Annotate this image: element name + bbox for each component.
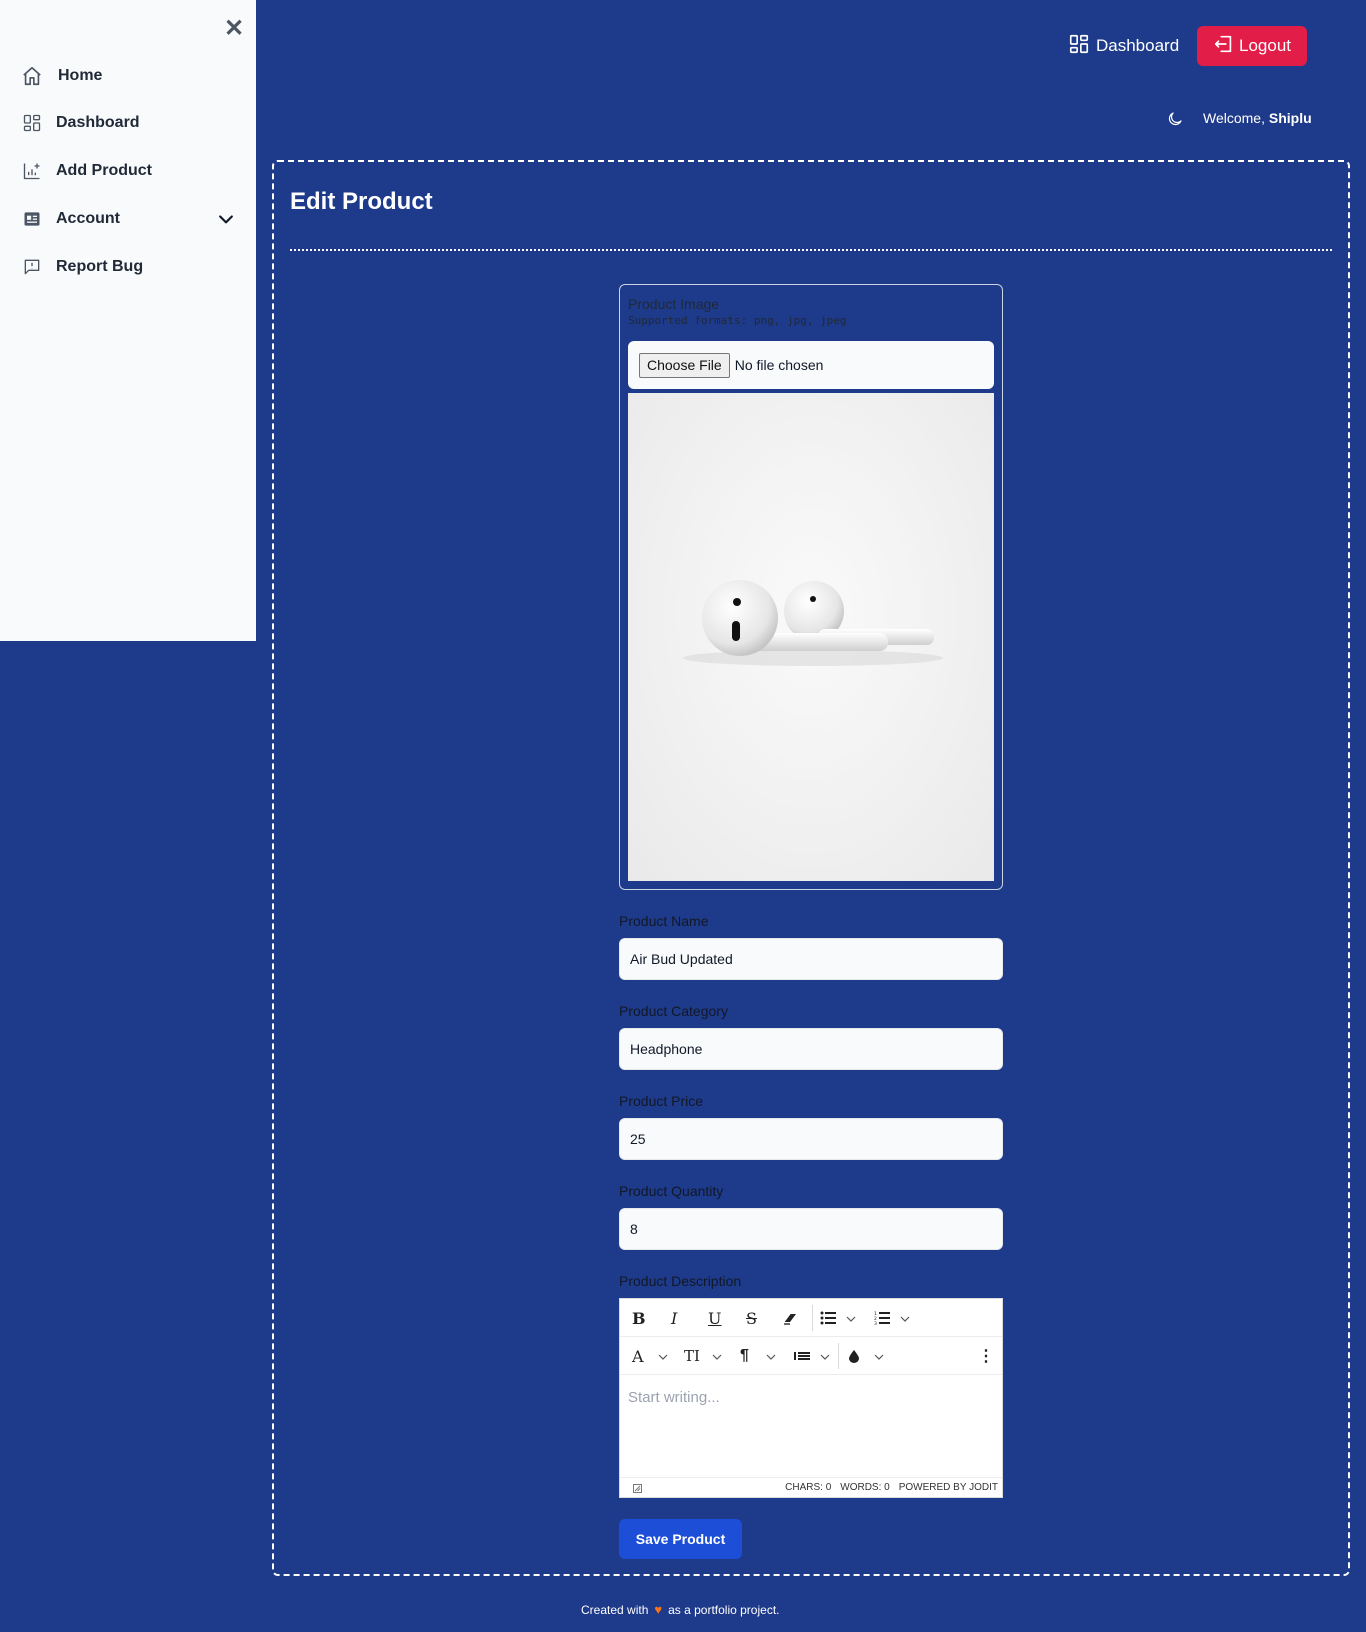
supported-formats-text: Supported formats: png, jpg, jpeg: [628, 314, 847, 327]
resize-handle-icon[interactable]: [633, 1484, 642, 1493]
sidebar-item-add-product[interactable]: Add Product: [20, 156, 240, 186]
grid-icon: [1068, 33, 1096, 60]
logout-button[interactable]: Logout: [1197, 26, 1307, 66]
file-status: No file chosen: [734, 357, 824, 373]
paragraph-icon[interactable]: ¶: [740, 1341, 749, 1371]
chevron-down-icon[interactable]: [766, 1349, 776, 1360]
chevron-down-icon[interactable]: [900, 1311, 910, 1322]
editor-placeholder[interactable]: Start writing...: [628, 1389, 720, 1406]
powered-by[interactable]: POWERED BY JODIT: [899, 1482, 998, 1493]
sidebar-item-home[interactable]: Home: [20, 61, 240, 91]
welcome-prefix: Welcome,: [1203, 110, 1265, 126]
sidebar-item-account[interactable]: Account: [20, 204, 240, 234]
product-image-card: Product Image Supported formats: png, jp…: [619, 284, 1003, 890]
sidebar-item-label: Dashboard: [56, 114, 140, 131]
header-dashboard-link[interactable]: Dashboard: [1068, 33, 1179, 59]
color-drop-icon[interactable]: [848, 1341, 860, 1371]
file-input[interactable]: Choose File No file chosen: [628, 341, 994, 389]
welcome-text: Welcome, Shiplu: [1203, 110, 1312, 126]
word-count: WORDS: 0: [840, 1482, 890, 1493]
divider: [290, 249, 1332, 251]
char-count: CHARS: 0: [785, 1482, 832, 1493]
product-quantity-input[interactable]: 8: [619, 1208, 1003, 1250]
sidebar-item-label: Account: [56, 210, 120, 227]
grid-icon: [20, 111, 44, 135]
product-price-label: Product Price: [619, 1093, 704, 1109]
underline-icon[interactable]: U: [708, 1303, 721, 1333]
footer-suffix: as a portfolio project.: [668, 1602, 780, 1617]
product-category-input[interactable]: Headphone: [619, 1028, 1003, 1070]
page-title: Edit Product: [290, 188, 433, 215]
home-icon: [20, 64, 44, 88]
editor-toolbar-row-1: B I U S 123: [620, 1299, 1002, 1337]
bold-icon[interactable]: B: [632, 1303, 646, 1333]
svg-text:3: 3: [874, 1321, 877, 1325]
product-quantity-label: Product Quantity: [619, 1183, 724, 1199]
line-height-icon[interactable]: [794, 1341, 810, 1371]
logout-label: Logout: [1239, 36, 1291, 55]
heart-icon: ♥: [654, 1602, 663, 1617]
header-dashboard-label: Dashboard: [1096, 36, 1180, 55]
chevron-down-icon[interactable]: [658, 1349, 668, 1360]
description-editor: B I U S 123 A TI ¶ ⋮ Start writing... CH…: [619, 1298, 1003, 1498]
editor-toolbar-row-2: A TI ¶ ⋮: [620, 1337, 1002, 1375]
message-alert-icon: [20, 255, 44, 279]
editor-status-bar: CHARS: 0 WORDS: 0 POWERED BY JODIT: [620, 1477, 1002, 1497]
chevron-down-icon[interactable]: [846, 1311, 856, 1322]
sidebar: ✕ Home Dashboard Add Product Account Rep…: [0, 0, 256, 641]
logout-icon: [1213, 33, 1239, 60]
product-name-label: Product Name: [619, 913, 709, 929]
sidebar-item-label: Add Product: [56, 162, 152, 179]
chevron-down-icon[interactable]: [216, 209, 236, 229]
toolbar-separator: [812, 1305, 813, 1331]
sidebar-item-label: Report Bug: [56, 258, 144, 275]
chevron-down-icon[interactable]: [820, 1349, 830, 1360]
product-name-input[interactable]: Air Bud Updated: [619, 938, 1003, 980]
id-card-icon: [20, 207, 44, 231]
font-icon[interactable]: A: [632, 1341, 644, 1371]
chevron-down-icon[interactable]: [874, 1349, 884, 1360]
sidebar-item-dashboard[interactable]: Dashboard: [20, 108, 240, 138]
product-price-input[interactable]: 25: [619, 1118, 1003, 1160]
save-product-button[interactable]: Save Product: [619, 1519, 742, 1559]
toolbar-separator: [838, 1343, 839, 1369]
italic-icon[interactable]: I: [671, 1303, 677, 1333]
footer: Created with ♥ as a portfolio project.: [581, 1602, 780, 1617]
product-image-preview: [628, 393, 994, 881]
user-name: Shiplu: [1268, 110, 1312, 126]
product-image-label: Product Image: [628, 296, 720, 312]
sidebar-item-label: Home: [58, 67, 103, 84]
close-icon[interactable]: ✕: [224, 17, 244, 41]
product-description-label: Product Description: [619, 1273, 742, 1289]
eraser-icon[interactable]: [782, 1303, 798, 1333]
moon-icon[interactable]: [1166, 110, 1184, 128]
chevron-down-icon[interactable]: [712, 1349, 722, 1360]
bullet-list-icon[interactable]: [820, 1303, 836, 1333]
numbered-list-icon[interactable]: 123: [874, 1303, 890, 1333]
strikethrough-icon[interactable]: S: [746, 1303, 757, 1333]
sidebar-item-report-bug[interactable]: Report Bug: [20, 252, 240, 282]
chart-plus-icon: [20, 159, 44, 183]
font-size-icon[interactable]: TI: [684, 1341, 700, 1371]
more-options-icon[interactable]: ⋮: [978, 1341, 994, 1371]
choose-file-button[interactable]: Choose File: [639, 352, 730, 378]
footer-prefix: Created with: [581, 1602, 649, 1617]
product-category-label: Product Category: [619, 1003, 728, 1019]
